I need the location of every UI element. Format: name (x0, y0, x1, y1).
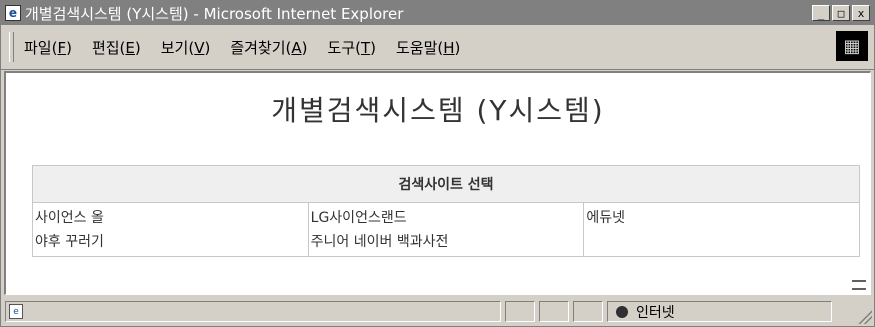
maximize-button[interactable]: □ (832, 5, 850, 21)
site-column-2: LG사이언스랜드 주니어 네이버 백과사전 (307, 202, 585, 257)
site-selection-table: 검색사이트 선택 사이언스 올 야후 꾸러기 LG사이언스랜드 주니어 네이버 … (32, 165, 860, 257)
menu-favorites[interactable]: 즐겨찾기(A) (230, 37, 307, 58)
status-cell (505, 301, 535, 322)
menu-edit[interactable]: 편집(E) (92, 37, 141, 58)
zone-label: 인터넷 (636, 304, 675, 321)
toolbar-grip[interactable] (9, 32, 14, 62)
site-column-3: 에듀넷 (583, 202, 860, 257)
ie-icon: e (5, 5, 21, 21)
browser-window: e 개별검색시스템 (Y시스템) - Microsoft Internet Ex… (0, 0, 875, 327)
status-text-panel: e (5, 301, 501, 322)
security-zone-panel: 인터넷 (607, 301, 832, 322)
site-link-edunet[interactable]: 에듀넷 (586, 206, 857, 230)
menu-bar: 파일(F) 편집(E) 보기(V) 즐겨찾기(A) 도구(T) 도움말(H) ▦ (1, 25, 874, 70)
site-link-yahoo-kids[interactable]: 야후 꾸러기 (35, 230, 306, 254)
page-content: 개별검색시스템 (Y시스템) 검색사이트 선택 사이언스 올 야후 꾸러기 LG… (4, 71, 871, 295)
site-link-junior-naver[interactable]: 주니어 네이버 백과사전 (311, 230, 582, 254)
scroll-corner-icon (852, 280, 866, 290)
resize-grip[interactable] (858, 310, 872, 324)
close-button[interactable]: x (852, 5, 870, 21)
minimize-button[interactable]: _ (812, 5, 830, 21)
site-link-lg-science-land[interactable]: LG사이언스랜드 (311, 206, 582, 230)
windows-logo-icon: ▦ (836, 31, 868, 61)
page-icon: e (9, 304, 23, 319)
page-title: 개별검색시스템 (Y시스템) (271, 94, 605, 127)
table-header: 검색사이트 선택 (32, 165, 860, 203)
globe-icon (616, 305, 628, 318)
status-cell (573, 301, 603, 322)
menu-view[interactable]: 보기(V) (161, 37, 211, 58)
status-cell (539, 301, 569, 322)
table-row: 사이언스 올 야후 꾸러기 LG사이언스랜드 주니어 네이버 백과사전 에듀넷 (32, 202, 860, 257)
window-title: 개별검색시스템 (Y시스템) - Microsoft Internet Expl… (25, 4, 404, 23)
status-bar: e 인터넷 (1, 297, 874, 326)
window-controls: _ □ x (812, 5, 870, 21)
site-link-science-all[interactable]: 사이언스 올 (35, 206, 306, 230)
menu-tools[interactable]: 도구(T) (328, 37, 376, 58)
site-column-1: 사이언스 올 야후 꾸러기 (32, 202, 309, 257)
menu-help[interactable]: 도움말(H) (396, 37, 460, 58)
menu-file[interactable]: 파일(F) (24, 37, 72, 58)
title-bar: e 개별검색시스템 (Y시스템) - Microsoft Internet Ex… (1, 1, 874, 25)
